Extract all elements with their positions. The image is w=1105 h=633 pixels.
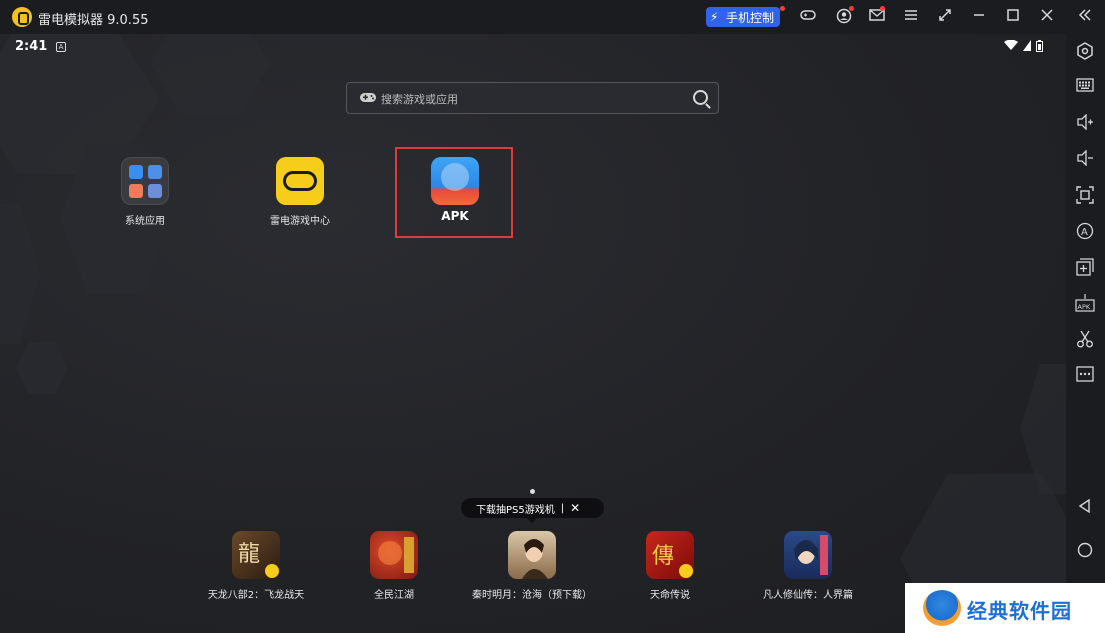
keyboard-icon[interactable] <box>1075 78 1095 98</box>
minimize-icon[interactable] <box>970 8 988 26</box>
right-toolbar: A APK <box>1066 34 1105 633</box>
game-label: 秦时明月：沧海（预下载） <box>472 590 592 601</box>
game-tianlong-icon[interactable]: 龍 <box>232 531 280 579</box>
menu-icon[interactable] <box>902 8 920 26</box>
app-label: 雷电游戏中心 <box>270 216 330 227</box>
app-title: 雷电模拟器 9.0.55 <box>38 13 149 28</box>
more-icon[interactable] <box>1075 366 1095 386</box>
phone-control-button[interactable]: ⚡ 手机控制 <box>706 7 781 27</box>
message-icon <box>129 165 143 179</box>
home-icon[interactable] <box>1075 542 1095 562</box>
blurred-logo-icon <box>441 163 469 191</box>
app-label: APK <box>441 209 469 223</box>
notification-dot <box>780 6 785 11</box>
watermark-logo-icon <box>923 590 961 626</box>
close-icon[interactable] <box>1038 8 1056 26</box>
emulator-window: 雷电模拟器 9.0.55 ⚡ 手机控制 2:41 A 搜索游戏或应用 系统应用 … <box>0 0 1105 633</box>
background-hexagon <box>150 34 270 114</box>
install-apk-icon[interactable]: APK <box>1075 294 1095 314</box>
lightning-icon: ⚡ <box>710 10 719 24</box>
page-indicator <box>530 489 535 494</box>
game-label: 天命传说 <box>650 590 690 601</box>
status-time: 2:41 <box>15 39 48 54</box>
gallery-icon <box>129 184 143 198</box>
svg-text:龍: 龍 <box>238 542 260 567</box>
svg-text:A: A <box>1081 227 1088 238</box>
gamepad-icon <box>359 90 377 106</box>
search-input[interactable]: 搜索游戏或应用 <box>381 91 458 107</box>
scissors-icon[interactable] <box>1075 330 1095 350</box>
notification-app-icon: A <box>56 42 66 52</box>
title-bar: 雷电模拟器 9.0.55 ⚡ 手机控制 <box>0 0 1105 34</box>
battery-icon <box>1036 40 1043 52</box>
back-icon[interactable] <box>1075 498 1095 518</box>
game-qinshi-icon[interactable] <box>508 531 556 579</box>
app-logo-icon <box>12 7 32 27</box>
svg-text:APK: APK <box>1078 303 1091 311</box>
browser-icon <box>148 165 162 179</box>
system-apps-folder[interactable] <box>121 157 169 205</box>
notification-dot <box>880 6 885 11</box>
game-fanren-icon[interactable] <box>784 531 832 579</box>
game-tianming-icon[interactable]: 傳 <box>646 531 694 579</box>
background-hexagon <box>0 204 40 344</box>
gamepad-icon <box>283 171 317 191</box>
promo-close-button[interactable]: ✕ <box>570 501 580 515</box>
game-quanmin-icon[interactable] <box>370 531 418 579</box>
settings-icon[interactable] <box>1075 42 1095 62</box>
volume-up-icon[interactable] <box>1075 113 1095 134</box>
maximize-icon[interactable] <box>1004 8 1022 26</box>
game-label: 天龙八部2：飞龙战天 <box>207 590 305 601</box>
wifi-icon <box>1004 40 1018 50</box>
gamepad-icon[interactable] <box>799 8 817 26</box>
svg-text:傳: 傳 <box>652 544 674 569</box>
screenshot-icon[interactable] <box>1075 186 1095 206</box>
collapse-sidebar-icon[interactable] <box>1076 8 1094 26</box>
apk-app[interactable] <box>431 157 479 205</box>
contacts-icon <box>148 184 162 198</box>
resize-icon[interactable] <box>936 8 954 26</box>
status-icons <box>1004 40 1043 52</box>
multi-instance-icon[interactable] <box>1075 258 1095 278</box>
phone-control-label: 手机控制 <box>726 10 775 25</box>
game-center-app[interactable] <box>276 157 324 205</box>
promo-separator: | <box>560 502 565 514</box>
promo-tooltip[interactable]: 下载抽PS5游戏机 | ✕ <box>461 498 604 523</box>
app-label: 系统应用 <box>125 216 165 227</box>
volume-down-icon[interactable] <box>1075 149 1095 170</box>
game-label: 凡人修仙传：人界篇 <box>763 590 853 601</box>
android-home-screen[interactable]: 2:41 A 搜索游戏或应用 系统应用 雷电游戏中心 APK 下载抽PS5游戏机… <box>0 34 1066 633</box>
notification-dot <box>849 6 854 11</box>
signal-icon <box>1023 40 1031 51</box>
search-bar[interactable]: 搜索游戏或应用 <box>346 82 719 114</box>
watermark-text: 经典软件园 <box>967 599 1072 623</box>
watermark: 经典软件园 <box>905 583 1105 633</box>
game-label: 全民江湖 <box>374 590 414 601</box>
search-icon[interactable] <box>693 90 708 105</box>
background-hexagon <box>16 342 68 394</box>
auto-script-icon[interactable]: A <box>1075 222 1095 242</box>
promo-text: 下载抽PS5游戏机 <box>476 504 555 516</box>
